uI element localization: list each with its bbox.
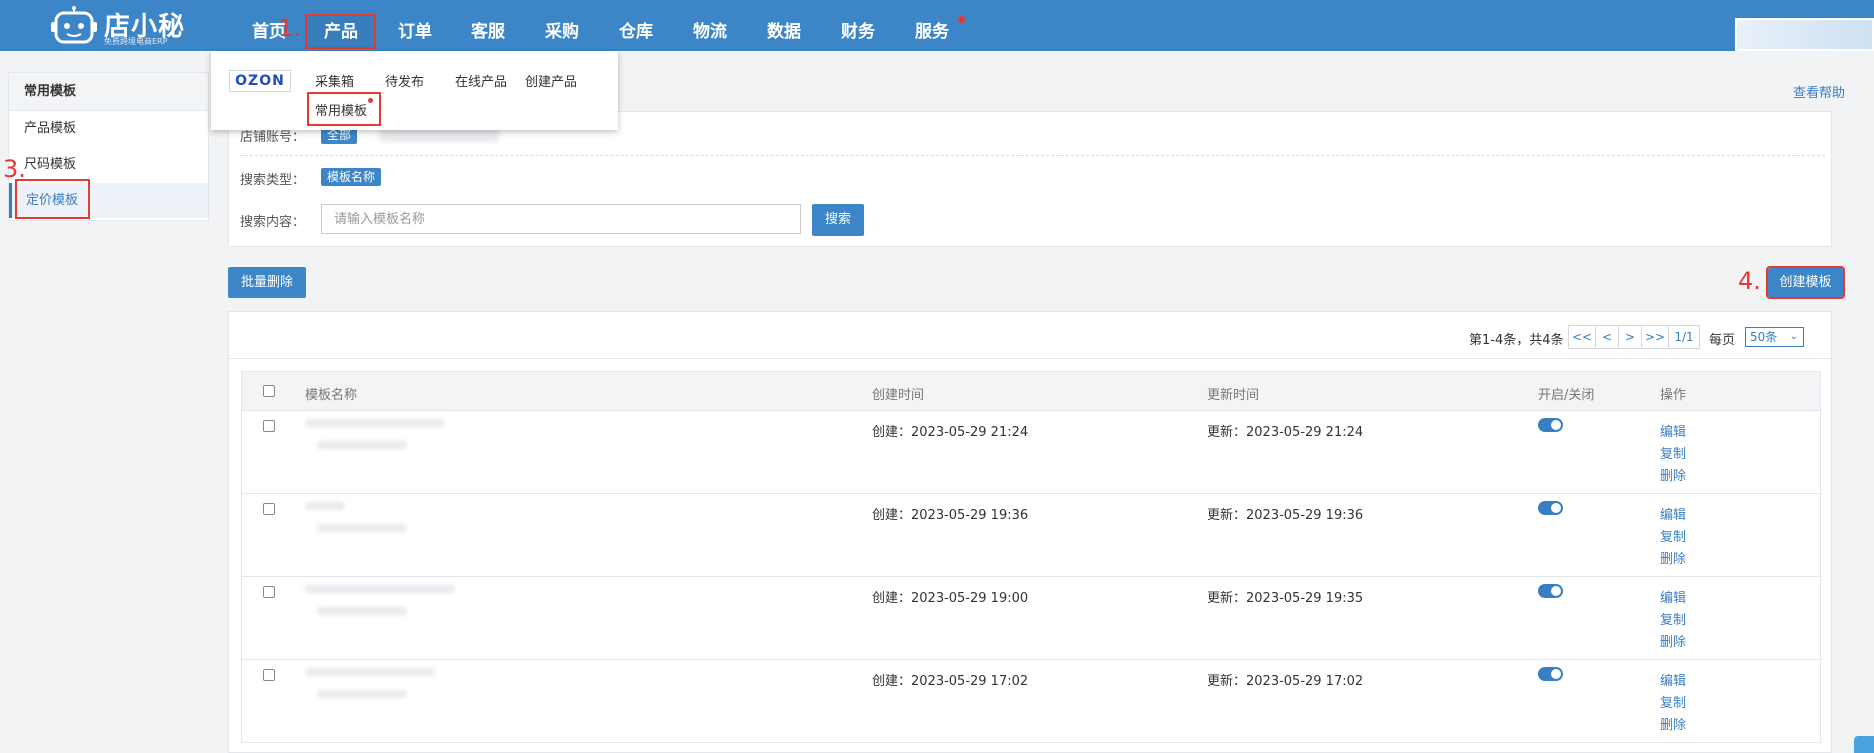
pagination: 第1-4条，共4条 << < > >> 1/1 每页 50条 ⌄ <box>1469 325 1821 351</box>
menu-item-common-templates[interactable]: 常用模板 <box>315 100 367 119</box>
created-time: 创建：2023-05-29 21:24 <box>872 425 1029 440</box>
logo[interactable]: 店小秘 免费跨境电商ERP <box>50 2 210 48</box>
nav-item-warehouse[interactable]: 仓库 <box>612 0 660 51</box>
row-checkbox[interactable] <box>263 586 275 598</box>
sidebar-highlight-box <box>15 179 90 219</box>
table-row: 创建：2023-05-29 19:36 更新：2023-05-29 19:36 … <box>241 494 1821 577</box>
row-checkbox[interactable] <box>263 503 275 515</box>
template-table-panel: 第1-4条，共4条 << < > >> 1/1 每页 50条 ⌄ 模板名称 创建时… <box>228 311 1832 753</box>
blurred-template-name <box>305 585 455 593</box>
create-template-button[interactable]: 创建模板 <box>1766 266 1845 299</box>
delete-link[interactable]: 删除 <box>1660 631 1686 650</box>
blurred-template-name <box>305 668 435 676</box>
nav-item-products[interactable]: 产品 <box>317 0 365 51</box>
edit-link[interactable]: 编辑 <box>1660 421 1686 440</box>
menu-new-dot <box>368 98 373 103</box>
search-type-label: 搜索类型： <box>240 173 306 188</box>
table-row: 创建：2023-05-29 17:02 更新：2023-05-29 17:02 … <box>241 660 1821 743</box>
help-link[interactable]: 查看帮助 <box>1793 82 1845 101</box>
floating-help-tab[interactable] <box>1854 736 1874 753</box>
select-all-checkbox[interactable] <box>263 385 275 397</box>
header-updated-time: 更新时间 <box>1207 388 1260 403</box>
table-row: 创建：2023-05-29 21:24 更新：2023-05-29 21:24 … <box>241 411 1821 494</box>
chevron-down-icon: ⌄ <box>1789 331 1798 342</box>
enable-toggle[interactable] <box>1538 501 1563 515</box>
nav-item-finance[interactable]: 财务 <box>834 0 882 51</box>
robot-logo-icon <box>51 6 97 44</box>
delete-link[interactable]: 删除 <box>1660 714 1686 733</box>
divider <box>240 155 1825 156</box>
menu-item-pending-publish[interactable]: 待发布 <box>385 71 424 90</box>
menu-item-online-products[interactable]: 在线产品 <box>455 71 507 90</box>
user-account-area[interactable] <box>1735 18 1874 51</box>
nav-item-logistics[interactable]: 物流 <box>686 0 734 51</box>
created-time: 创建：2023-05-29 19:00 <box>872 591 1029 606</box>
blurred-template-detail <box>317 690 407 698</box>
header-actions: 操作 <box>1660 388 1687 403</box>
edit-link[interactable]: 编辑 <box>1660 587 1686 606</box>
nav-item-orders[interactable]: 订单 <box>391 0 439 51</box>
notification-dot <box>958 16 965 23</box>
menu-item-collection-box[interactable]: 采集箱 <box>315 71 354 90</box>
annotation-step-3: 3. <box>3 155 26 183</box>
row-checkbox[interactable] <box>263 669 275 681</box>
table-header: 模板名称 创建时间 更新时间 开启/关闭 操作 <box>241 371 1821 411</box>
batch-delete-button[interactable]: 批量删除 <box>228 267 306 298</box>
delete-link[interactable]: 删除 <box>1660 548 1686 567</box>
nav-item-data[interactable]: 数据 <box>760 0 808 51</box>
per-page-select[interactable]: 50条 ⌄ <box>1745 327 1804 347</box>
updated-time: 更新：2023-05-29 19:36 <box>1207 508 1364 523</box>
products-dropdown-menu: OZON 采集箱 待发布 在线产品 创建产品 常用模板 <box>211 51 618 130</box>
page-next-button[interactable]: > <box>1618 325 1642 349</box>
copy-link[interactable]: 复制 <box>1660 692 1686 711</box>
sidebar-item-size-template[interactable]: 尺码模板 <box>9 147 208 182</box>
blurred-template-name <box>305 502 345 510</box>
header-template-name: 模板名称 <box>305 388 358 403</box>
updated-time: 更新：2023-05-29 19:35 <box>1207 591 1364 606</box>
search-input[interactable] <box>321 204 801 234</box>
enable-toggle[interactable] <box>1538 584 1563 598</box>
updated-time: 更新：2023-05-29 17:02 <box>1207 674 1364 689</box>
header-toggle: 开启/关闭 <box>1538 388 1595 403</box>
blurred-template-detail <box>317 607 407 615</box>
per-page-label: 每页 <box>1709 333 1736 348</box>
copy-link[interactable]: 复制 <box>1660 526 1686 545</box>
delete-link[interactable]: 删除 <box>1660 465 1686 484</box>
blurred-template-name <box>305 419 445 427</box>
pagination-summary: 第1-4条，共4条 <box>1469 333 1564 348</box>
page-last-button[interactable]: >> <box>1641 325 1669 349</box>
annotation-step-4: 4. <box>1738 267 1761 295</box>
ozon-platform-badge[interactable]: OZON <box>229 70 291 92</box>
header-created-time: 创建时间 <box>872 388 925 403</box>
nav-item-purchasing[interactable]: 采购 <box>538 0 586 51</box>
page-first-button[interactable]: << <box>1568 325 1596 349</box>
menu-item-create-product[interactable]: 创建产品 <box>525 71 577 90</box>
updated-time: 更新：2023-05-29 21:24 <box>1207 425 1364 440</box>
row-checkbox[interactable] <box>263 420 275 432</box>
filter-panel: 店铺账号： 全部 搜索类型： 模板名称 搜索内容： 搜索 <box>228 111 1832 247</box>
page-indicator: 1/1 <box>1668 325 1700 349</box>
page-prev-button[interactable]: < <box>1595 325 1619 349</box>
annotation-step-1: 1. <box>278 14 301 42</box>
nav-item-customer-service[interactable]: 客服 <box>464 0 512 51</box>
divider <box>229 358 1831 359</box>
created-time: 创建：2023-05-29 19:36 <box>872 508 1029 523</box>
brand-subtitle: 免费跨境电商ERP <box>104 37 168 46</box>
sidebar-item-product-template[interactable]: 产品模板 <box>9 111 208 146</box>
table-row: 创建：2023-05-29 19:00 更新：2023-05-29 19:35 … <box>241 577 1821 660</box>
search-button[interactable]: 搜索 <box>812 204 864 236</box>
copy-link[interactable]: 复制 <box>1660 443 1686 462</box>
copy-link[interactable]: 复制 <box>1660 609 1686 628</box>
search-content-label: 搜索内容： <box>240 215 306 230</box>
search-type-tag[interactable]: 模板名称 <box>321 168 382 186</box>
nav-item-services[interactable]: 服务 <box>908 0 956 51</box>
enable-toggle[interactable] <box>1538 667 1563 681</box>
created-time: 创建：2023-05-29 17:02 <box>872 674 1029 689</box>
sidebar-header: 常用模板 <box>9 73 208 111</box>
edit-link[interactable]: 编辑 <box>1660 670 1686 689</box>
edit-link[interactable]: 编辑 <box>1660 504 1686 523</box>
enable-toggle[interactable] <box>1538 418 1563 432</box>
blurred-template-detail <box>317 441 407 449</box>
blurred-template-detail <box>317 524 407 532</box>
